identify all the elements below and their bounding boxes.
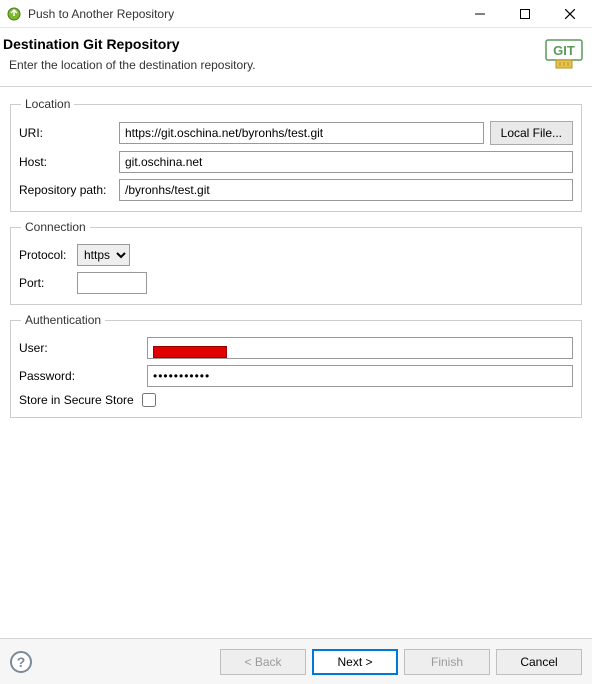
password-input[interactable] <box>147 365 573 387</box>
connection-legend: Connection <box>21 220 90 234</box>
redaction-overlay <box>153 346 227 358</box>
repo-path-label: Repository path: <box>19 183 119 197</box>
location-group: Location URI: Local File... Host: Reposi… <box>10 97 582 212</box>
finish-button[interactable]: Finish <box>404 649 490 675</box>
user-label: User: <box>19 341 147 355</box>
help-button[interactable]: ? <box>10 651 32 673</box>
app-icon <box>6 6 22 22</box>
authentication-legend: Authentication <box>21 313 105 327</box>
back-button[interactable]: < Back <box>220 649 306 675</box>
page-title: Destination Git Repository <box>3 36 582 52</box>
dialog-footer: ? < Back Next > Finish Cancel <box>0 638 592 684</box>
port-label: Port: <box>19 276 77 290</box>
page-subtitle: Enter the location of the destination re… <box>9 58 582 72</box>
uri-input[interactable] <box>119 122 484 144</box>
svg-text:GIT: GIT <box>553 43 575 58</box>
dialog-content: Location URI: Local File... Host: Reposi… <box>0 87 592 418</box>
connection-group: Connection Protocol: https Port: <box>10 220 582 305</box>
uri-label: URI: <box>19 126 119 140</box>
titlebar: Push to Another Repository <box>0 0 592 28</box>
password-label: Password: <box>19 369 147 383</box>
dialog-header: Destination Git Repository Enter the loc… <box>0 28 592 87</box>
port-input[interactable] <box>77 272 147 294</box>
store-secure-checkbox[interactable] <box>142 393 156 407</box>
location-legend: Location <box>21 97 74 111</box>
git-logo-icon: GIT <box>542 36 586 80</box>
close-button[interactable] <box>547 0 592 28</box>
next-button[interactable]: Next > <box>312 649 398 675</box>
maximize-button[interactable] <box>502 0 547 28</box>
store-secure-label: Store in Secure Store <box>19 393 134 407</box>
local-file-button[interactable]: Local File... <box>490 121 573 145</box>
cancel-button[interactable]: Cancel <box>496 649 582 675</box>
authentication-group: Authentication User: Password: Store in … <box>10 313 582 418</box>
window-title: Push to Another Repository <box>28 7 457 21</box>
host-input[interactable] <box>119 151 573 173</box>
host-label: Host: <box>19 155 119 169</box>
protocol-label: Protocol: <box>19 248 77 262</box>
protocol-select[interactable]: https <box>77 244 130 266</box>
repo-path-input[interactable] <box>119 179 573 201</box>
minimize-button[interactable] <box>457 0 502 28</box>
